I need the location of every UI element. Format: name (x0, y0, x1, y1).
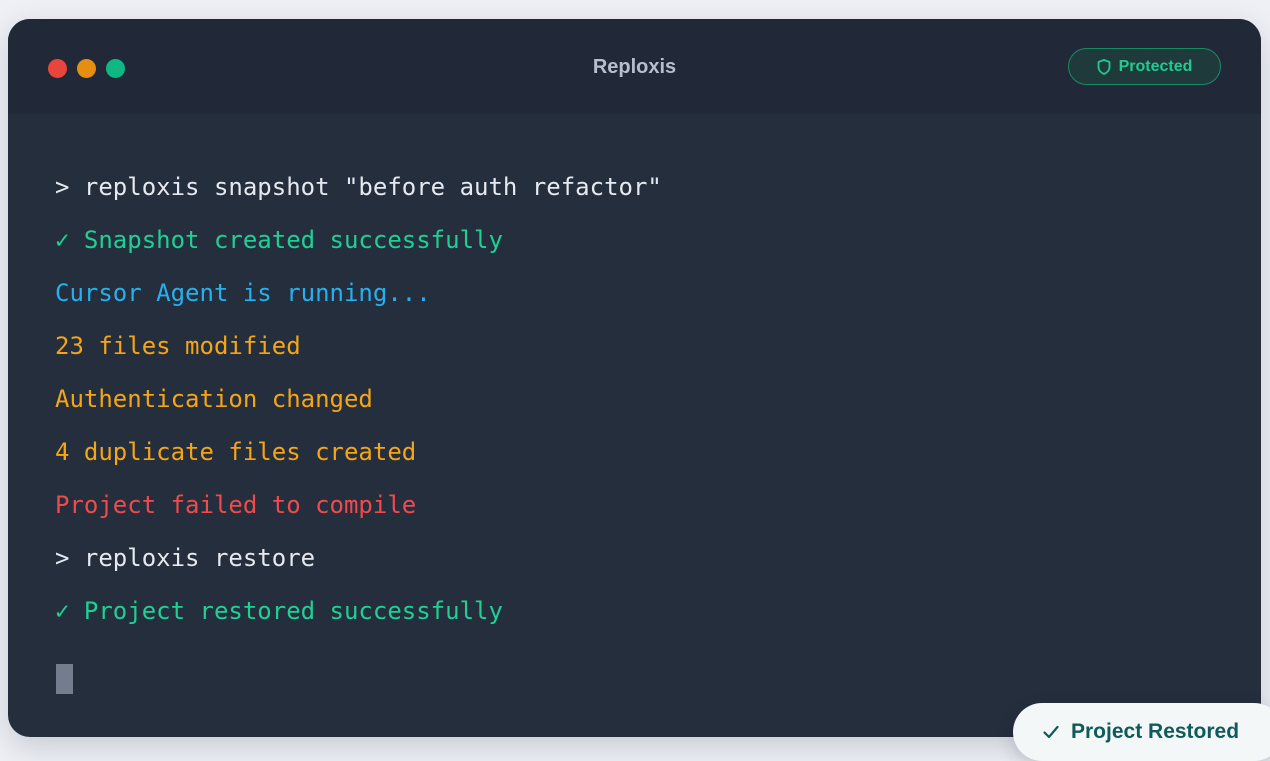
terminal-line: 23 files modified (55, 332, 301, 360)
terminal-line: ✓ Project restored successfully (55, 597, 503, 625)
terminal-line: Authentication changed (55, 385, 373, 413)
terminal-line: 4 duplicate files created (55, 438, 417, 466)
terminal-line: Project failed to compile (55, 491, 417, 519)
terminal-window: Reploxis Protected > reploxis snapshot "… (8, 19, 1261, 737)
terminal-line: > reploxis snapshot "before auth refacto… (55, 173, 662, 201)
titlebar: Reploxis Protected (8, 19, 1261, 114)
check-icon (1043, 725, 1059, 739)
toast-label: Project Restored (1071, 720, 1240, 743)
project-restored-toast[interactable]: Project Restored (1013, 703, 1270, 761)
terminal-line: Cursor Agent is running... (55, 279, 431, 307)
terminal-output: > reploxis snapshot "before auth refacto… (55, 169, 662, 694)
shield-icon (1097, 58, 1110, 75)
terminal-cursor[interactable] (56, 664, 73, 694)
terminal-line: ✓ Snapshot created successfully (55, 226, 503, 254)
protected-label: Protected (1118, 57, 1193, 75)
protected-badge: Protected (1068, 48, 1221, 85)
terminal-line: > reploxis restore (55, 544, 316, 572)
